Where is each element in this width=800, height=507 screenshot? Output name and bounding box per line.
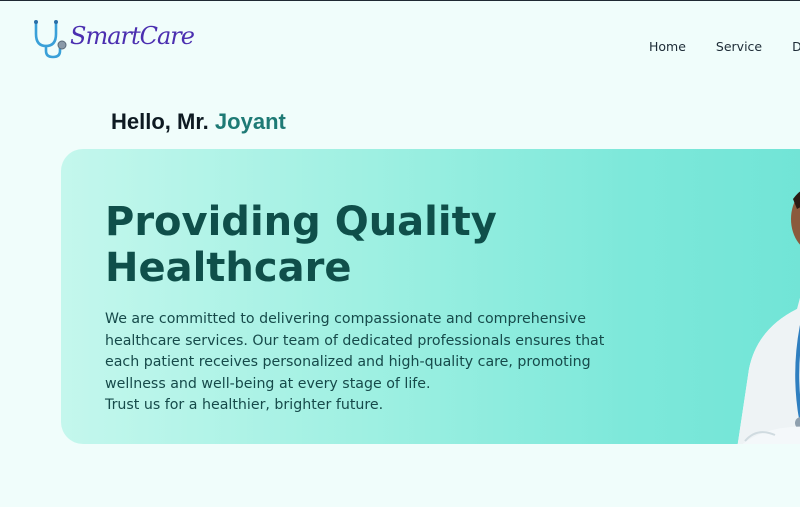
hero-title-line-2: Healthcare	[105, 245, 352, 291]
hero-tagline: Trust us for a healthier, brighter futur…	[105, 397, 384, 413]
hero-description-text: We are committed to delivering compassio…	[105, 311, 605, 392]
hero-banner: Providing Quality Healthcare We are comm…	[61, 149, 800, 444]
main-nav: Home Service Do	[649, 39, 800, 54]
greeting-prefix: Hello, Mr.	[111, 109, 209, 134]
nav-doctors-link[interactable]: Do	[792, 39, 800, 54]
nav-home-link[interactable]: Home	[649, 39, 686, 54]
stethoscope-icon	[34, 20, 67, 59]
hero-title-line-1: Providing Quality	[105, 199, 497, 245]
doctor-photo	[737, 191, 800, 444]
hero-description: We are committed to delivering compassio…	[105, 309, 605, 417]
brand-logo[interactable]: SmartCare	[30, 18, 195, 60]
nav-service-link[interactable]: Service	[716, 39, 762, 54]
user-name: Joyant	[214, 109, 286, 134]
brand-name: SmartCare	[70, 22, 195, 50]
user-greeting: Hello, Mr. Joyant	[111, 109, 286, 135]
hero-title: Providing Quality Healthcare	[105, 199, 545, 291]
